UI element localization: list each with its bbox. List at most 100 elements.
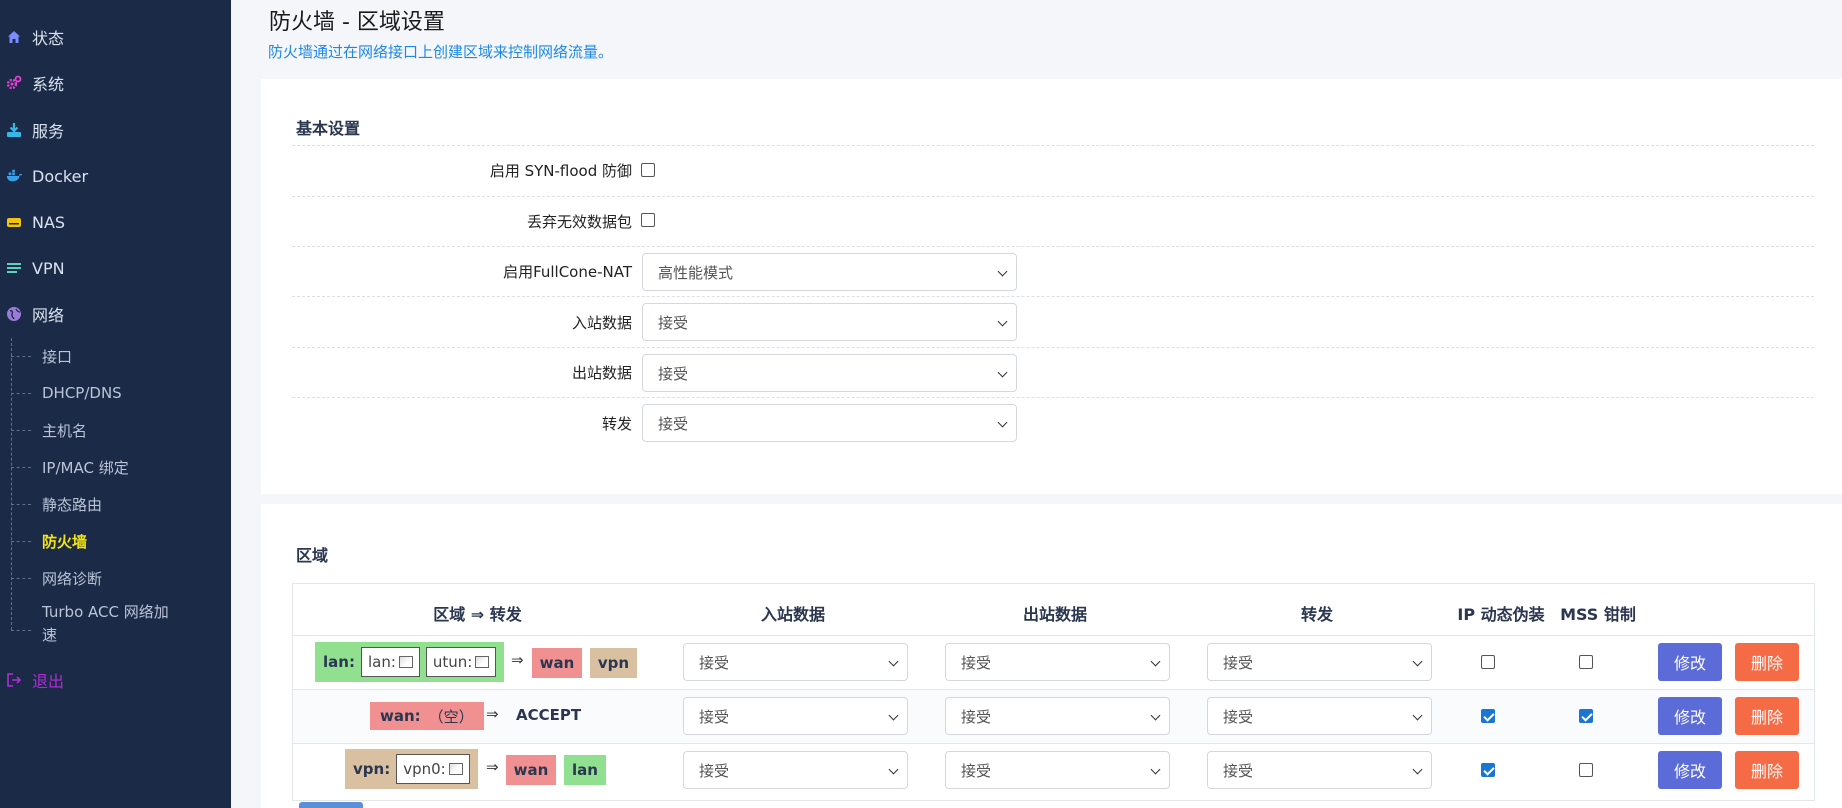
zone-input-select[interactable]: 接受 <box>683 697 908 735</box>
sidebar-item-docker[interactable]: Docker <box>0 159 231 193</box>
sidebar-subitem-interfaces[interactable]: 接口 <box>11 341 72 371</box>
mss-clamp-checkbox[interactable] <box>1579 763 1593 777</box>
zone-forward-select[interactable]: 接受 <box>1207 643 1432 681</box>
col-header-input: 入站数据 <box>760 605 825 624</box>
sidebar-item-system[interactable]: 系统 <box>0 66 231 100</box>
sidebar-item-logout[interactable]: 退出 <box>0 663 231 697</box>
sidebar-item-network[interactable]: 网络 <box>0 297 231 331</box>
zone-output-select[interactable]: 接受 <box>945 643 1170 681</box>
zone-output-select[interactable]: 接受 <box>945 751 1170 789</box>
syn-flood-label: 启用 SYN-flood 防御 <box>489 162 632 180</box>
zone-forward-select[interactable]: 接受 <box>1207 751 1432 789</box>
syn-flood-checkbox[interactable] <box>641 163 655 177</box>
edit-zone-button[interactable]: 修改 <box>1658 697 1722 735</box>
forward-accept-text: ACCEPT <box>516 706 582 724</box>
output-policy-select[interactable]: 接受 <box>642 354 1017 392</box>
sidebar-item-services[interactable]: 服务 <box>0 113 231 147</box>
subitem-label: Turbo ACC 网络加 <box>42 603 169 621</box>
zone-input-select[interactable]: 接受 <box>683 751 908 789</box>
list-icon <box>6 260 22 276</box>
select-value: 高性能模式 <box>658 263 734 282</box>
sidebar: 状态 系统 服务 Docker NAS VPN 网络 接口 DHCP/DNS 主… <box>0 0 231 808</box>
subitem-label: 静态路由 <box>42 495 103 514</box>
drop-invalid-label: 丢弃无效数据包 <box>526 213 632 231</box>
sidebar-item-label: 系统 <box>32 75 65 94</box>
divider <box>292 347 1814 348</box>
drive-icon <box>6 214 22 230</box>
chevron-down-icon <box>1412 764 1423 775</box>
sidebar-subitem-dhcp-dns[interactable]: DHCP/DNS <box>11 378 122 408</box>
network-lan: lan: <box>360 647 420 677</box>
sidebar-subitem-firewall[interactable]: 防火墙 <box>11 526 87 556</box>
sidebar-item-nas[interactable]: NAS <box>0 205 231 239</box>
chevron-down-icon <box>997 367 1008 378</box>
select-value: 接受 <box>658 313 689 332</box>
sidebar-subitem-turbo-acc[interactable]: Turbo ACC 网络加 速 <box>11 601 169 653</box>
docker-icon <box>6 168 22 184</box>
select-value: 接受 <box>699 653 730 672</box>
select-value: 接受 <box>961 653 992 672</box>
network-vpn0: vpn0: <box>396 754 470 784</box>
select-value: 接受 <box>961 707 992 726</box>
network-name: utun: <box>432 653 473 671</box>
select-value: 接受 <box>1223 761 1254 780</box>
globe-icon <box>6 306 22 322</box>
drop-invalid-checkbox[interactable] <box>641 213 655 227</box>
sidebar-item-status[interactable]: 状态 <box>0 20 231 54</box>
zone-badge-lan: lan: lan: utun: <box>315 642 505 682</box>
chevron-down-icon <box>1412 710 1423 721</box>
select-value: 接受 <box>961 761 992 780</box>
mss-clamp-checkbox[interactable] <box>1579 655 1593 669</box>
sidebar-item-label: 退出 <box>32 672 65 691</box>
forward-label: 转发 <box>601 415 632 433</box>
forward-tag-wan: wan <box>532 648 582 678</box>
zone-badge-vpn: vpn: vpn0: <box>345 749 478 789</box>
sidebar-item-label: 状态 <box>32 29 65 48</box>
delete-zone-button[interactable]: 删除 <box>1735 751 1799 789</box>
basic-settings-panel <box>261 79 1842 494</box>
mss-clamp-checkbox[interactable] <box>1579 709 1593 723</box>
subitem-label: 接口 <box>42 347 73 366</box>
subitem-label: IP/MAC 绑定 <box>42 458 129 477</box>
forward-arrow: ⇒ <box>486 705 499 723</box>
fullcone-nat-label: 启用FullCone-NAT <box>503 263 632 281</box>
sidebar-subitem-ip-mac-binding[interactable]: IP/MAC 绑定 <box>11 452 129 482</box>
zone-forward-select[interactable]: 接受 <box>1207 697 1432 735</box>
forward-policy-select[interactable]: 接受 <box>642 404 1017 442</box>
sidebar-subitem-hostnames[interactable]: 主机名 <box>11 415 87 445</box>
masquerade-checkbox[interactable] <box>1481 655 1495 669</box>
gears-icon <box>6 75 22 91</box>
zone-badge-wan: wan: （空） <box>370 702 484 730</box>
masquerade-checkbox[interactable] <box>1481 763 1495 777</box>
delete-zone-button[interactable]: 删除 <box>1735 643 1799 681</box>
logout-icon <box>6 672 22 688</box>
masquerade-checkbox[interactable] <box>1481 709 1495 723</box>
fullcone-nat-select[interactable]: 高性能模式 <box>642 253 1017 291</box>
add-zone-button[interactable] <box>299 802 363 808</box>
zone-output-select[interactable]: 接受 <box>945 697 1170 735</box>
sidebar-item-vpn[interactable]: VPN <box>0 251 231 285</box>
forward-tag-vpn: vpn <box>590 648 637 678</box>
select-value: 接受 <box>1223 707 1254 726</box>
edit-zone-button[interactable]: 修改 <box>1658 643 1722 681</box>
input-policy-select[interactable]: 接受 <box>642 303 1017 341</box>
divider <box>292 397 1814 398</box>
network-name: lan: <box>367 653 396 671</box>
zone-name: wan: <box>380 707 421 725</box>
zone-input-select[interactable]: 接受 <box>683 643 908 681</box>
select-value: 接受 <box>658 364 689 383</box>
subitem-label: 主机名 <box>42 421 88 440</box>
sidebar-subitem-diagnostics[interactable]: 网络诊断 <box>11 563 102 593</box>
network-icon <box>398 656 413 668</box>
sidebar-item-label: 网络 <box>32 306 65 325</box>
download-icon <box>6 122 22 138</box>
sidebar-subitem-static-routes[interactable]: 静态路由 <box>11 489 102 519</box>
subitem-label: DHCP/DNS <box>42 384 122 402</box>
delete-zone-button[interactable]: 删除 <box>1735 697 1799 735</box>
empty-network-text: （空） <box>428 707 474 726</box>
chevron-down-icon <box>888 764 899 775</box>
divider <box>292 296 1814 297</box>
input-label: 入站数据 <box>571 314 632 332</box>
edit-zone-button[interactable]: 修改 <box>1658 751 1722 789</box>
select-value: 接受 <box>1223 653 1254 672</box>
